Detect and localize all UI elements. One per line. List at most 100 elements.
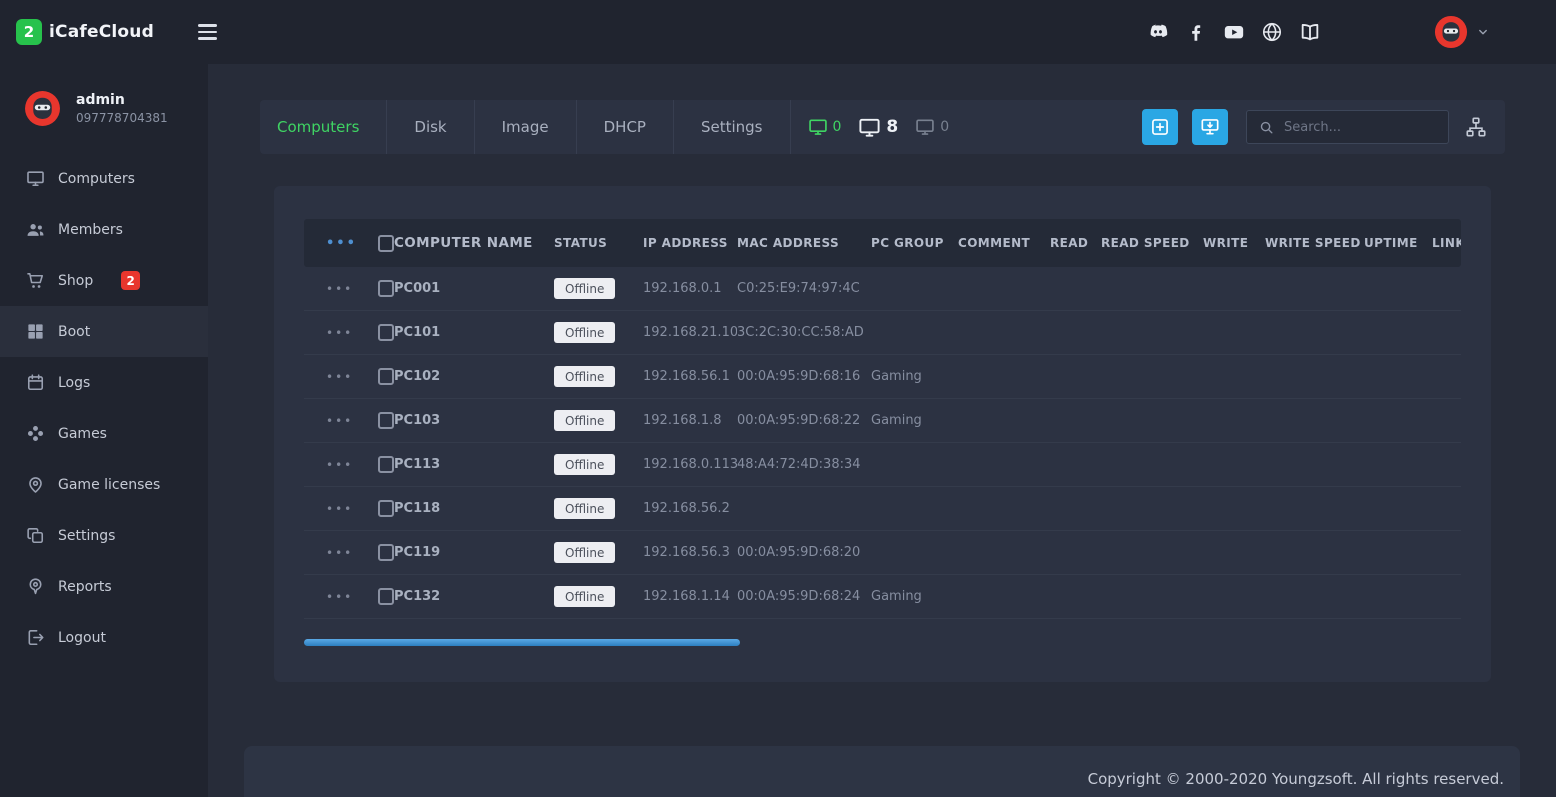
column-header-link: LINK (1432, 236, 1461, 250)
row-actions-button[interactable]: ••• (326, 327, 353, 339)
sidebar-item-boot[interactable]: Boot (0, 306, 208, 357)
youtube-icon[interactable] (1222, 20, 1246, 44)
add-computer-button[interactable] (1142, 109, 1178, 145)
search-input[interactable] (1284, 120, 1448, 135)
computer-name: PC119 (394, 545, 554, 560)
sidebar-user: admin 097778704381 (0, 64, 208, 127)
table-row[interactable]: ••• PC001 Offline 192.168.0.1 C0:25:E9:7… (304, 267, 1461, 311)
status-badge: Offline (554, 322, 615, 343)
row-checkbox[interactable] (378, 544, 394, 561)
cart-icon (26, 271, 46, 291)
pc-group: Gaming (871, 413, 958, 428)
row-actions-button[interactable]: ••• (326, 459, 353, 471)
sidebar-item-logs[interactable]: Logs (0, 357, 208, 408)
boot-deploy-button[interactable] (1192, 109, 1228, 145)
row-actions-button[interactable]: ••• (326, 547, 353, 559)
row-actions-button[interactable]: ••• (326, 591, 353, 603)
ip-address: 192.168.56.3 (643, 545, 737, 560)
column-header-ip-address: IP ADDRESS (643, 236, 737, 250)
tab-disk[interactable]: Disk (387, 100, 474, 154)
column-header-write: WRITE (1203, 236, 1265, 250)
sidebar-item-shop[interactable]: Shop 2 (0, 255, 208, 306)
sidebar-item-game-licenses[interactable]: Game licenses (0, 459, 208, 510)
copyright-text: Copyright © 2000-2020 Youngzsoft. All ri… (244, 770, 1504, 788)
select-all-checkbox[interactable] (378, 235, 394, 252)
tab-computers[interactable]: Computers (260, 100, 387, 154)
ip-address: 192.168.21.101 (643, 325, 737, 340)
table-row[interactable]: ••• PC113 Offline 192.168.0.113 48:A4:72… (304, 443, 1461, 487)
horizontal-scrollbar[interactable] (304, 639, 740, 646)
tab-settings[interactable]: Settings (674, 100, 791, 154)
sidebar-item-members[interactable]: Members (0, 204, 208, 255)
sidebar-nav: Computers Members Shop 2 Boot Logs Games… (0, 153, 208, 663)
menu-toggle-button[interactable] (194, 20, 221, 43)
monitor-icon (858, 116, 881, 139)
table-row[interactable]: ••• PC102 Offline 192.168.56.1 00:0A:95:… (304, 355, 1461, 399)
computer-counter-green: 0 (808, 117, 842, 137)
sidebar-user-avatar (24, 90, 61, 127)
row-actions-button[interactable]: ••• (326, 415, 353, 427)
row-checkbox[interactable] (378, 368, 394, 385)
status-badge: Offline (554, 366, 615, 387)
row-actions-button[interactable]: ••• (326, 503, 353, 515)
website-icon[interactable] (1260, 20, 1284, 44)
shop-badge: 2 (121, 271, 140, 290)
sidebar-item-logout[interactable]: Logout (0, 612, 208, 663)
table-row[interactable]: ••• PC119 Offline 192.168.56.3 00:0A:95:… (304, 531, 1461, 575)
pc-group: Gaming (871, 589, 958, 604)
computer-counter-gray: 0 (915, 117, 949, 137)
tab-label: Disk (414, 118, 446, 136)
table-row[interactable]: ••• PC101 Offline 192.168.21.101 3C:2C:3… (304, 311, 1461, 355)
tab-label: DHCP (604, 118, 646, 136)
status-badge: Offline (554, 542, 615, 563)
app-logo[interactable]: 2 iCafeCloud (0, 19, 154, 45)
search-box (1246, 110, 1449, 144)
row-checkbox[interactable] (378, 412, 394, 429)
social-links (1146, 20, 1322, 44)
search-icon (1259, 120, 1274, 135)
sidebar: admin 097778704381 Computers Members Sho… (0, 64, 208, 797)
row-checkbox[interactable] (378, 588, 394, 605)
license-icon (26, 475, 46, 495)
games-icon (26, 424, 46, 444)
column-header-uptime: UPTIME (1364, 236, 1432, 250)
monitor-icon (915, 117, 935, 137)
tab-dhcp[interactable]: DHCP (577, 100, 674, 154)
user-menu[interactable] (1434, 15, 1490, 49)
sidebar-item-label: Game licenses (58, 477, 160, 493)
mac-address: 48:A4:72:4D:38:34 (737, 457, 871, 472)
column-header-read: READ (1050, 236, 1101, 250)
row-checkbox[interactable] (378, 456, 394, 473)
pc-group: Gaming (871, 369, 958, 384)
tab-image[interactable]: Image (475, 100, 577, 154)
docs-icon[interactable] (1298, 20, 1322, 44)
mac-address: 00:0A:95:9D:68:20 (737, 545, 871, 560)
ip-address: 192.168.1.14 (643, 589, 737, 604)
row-actions-button[interactable]: ••• (326, 371, 353, 383)
sidebar-item-label: Logout (58, 630, 106, 646)
app-root: 2 iCafeCloud admin 097778704381 Computer… (0, 0, 1556, 797)
row-checkbox[interactable] (378, 500, 394, 517)
row-actions-button[interactable]: ••• (326, 283, 353, 295)
table-menu-button[interactable]: ••• (326, 237, 357, 250)
discord-icon[interactable] (1146, 20, 1170, 44)
column-header-read-speed: READ SPEED (1101, 236, 1203, 250)
network-map-icon[interactable] (1465, 116, 1487, 138)
mac-address: 00:0A:95:9D:68:16 (737, 369, 871, 384)
sidebar-item-reports[interactable]: Reports (0, 561, 208, 612)
sidebar-item-label: Reports (58, 579, 112, 595)
ip-address: 192.168.56.2 (643, 501, 737, 516)
status-badge: Offline (554, 498, 615, 519)
sidebar-item-computers[interactable]: Computers (0, 153, 208, 204)
table-body: ••• PC001 Offline 192.168.0.1 C0:25:E9:7… (304, 267, 1461, 619)
sidebar-item-label: Settings (58, 528, 115, 544)
sidebar-item-games[interactable]: Games (0, 408, 208, 459)
table-row[interactable]: ••• PC118 Offline 192.168.56.2 (304, 487, 1461, 531)
table-row[interactable]: ••• PC132 Offline 192.168.1.14 00:0A:95:… (304, 575, 1461, 619)
facebook-icon[interactable] (1184, 20, 1208, 44)
sidebar-item-label: Shop (58, 273, 93, 289)
row-checkbox[interactable] (378, 280, 394, 297)
sidebar-item-settings[interactable]: Settings (0, 510, 208, 561)
row-checkbox[interactable] (378, 324, 394, 341)
table-row[interactable]: ••• PC103 Offline 192.168.1.8 00:0A:95:9… (304, 399, 1461, 443)
